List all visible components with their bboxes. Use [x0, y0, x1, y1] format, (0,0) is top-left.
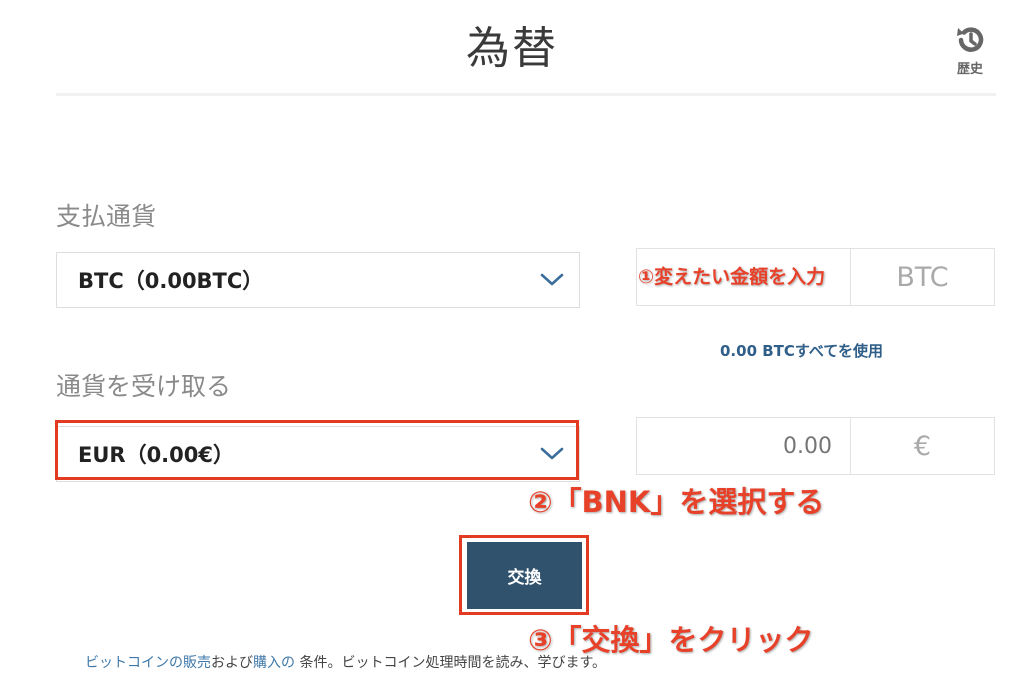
pay-currency-label: 支払通貨: [56, 202, 157, 231]
receive-currency-select[interactable]: EUR（0.00€）: [56, 426, 580, 482]
sell-link[interactable]: ビットコインの販売: [85, 655, 211, 671]
history-button[interactable]: 歴史: [950, 24, 990, 77]
footer-text-rest: 条件。ビットコイン処理時間を読み、学びます。: [295, 655, 607, 671]
pay-unit-label: BTC: [896, 261, 949, 293]
annotation-step1: ①変えたい金額を入力: [638, 266, 826, 288]
pay-currency-select[interactable]: BTC（0.00BTC）: [56, 252, 580, 308]
history-label: 歴史: [956, 62, 983, 77]
buy-link[interactable]: 購入の: [253, 655, 295, 671]
history-icon: [957, 27, 984, 52]
receive-currency-label: 通貨を受け取る: [56, 372, 232, 401]
receive-amount-group: €: [636, 417, 995, 475]
use-all-link[interactable]: 0.00 BTCすべてを使用: [720, 340, 883, 361]
receive-amount-input[interactable]: [637, 418, 851, 474]
receive-unit-label: €: [913, 430, 932, 462]
exchange-button[interactable]: 交換: [467, 542, 582, 609]
header-divider: [56, 93, 996, 96]
chevron-down-icon: [540, 273, 564, 286]
pay-currency-value: BTC（0.00BTC）: [78, 269, 264, 293]
footer-text-and: および: [211, 655, 253, 671]
annotation-step2: ②「BNK」を選択する: [528, 485, 825, 519]
receive-currency-value: EUR（0.00€）: [78, 443, 234, 467]
page-title: 為替: [466, 23, 558, 74]
footer-terms: ビットコインの販売および購入の 条件。ビットコイン処理時間を読み、学びます。: [85, 652, 606, 672]
chevron-down-icon: [540, 447, 564, 460]
